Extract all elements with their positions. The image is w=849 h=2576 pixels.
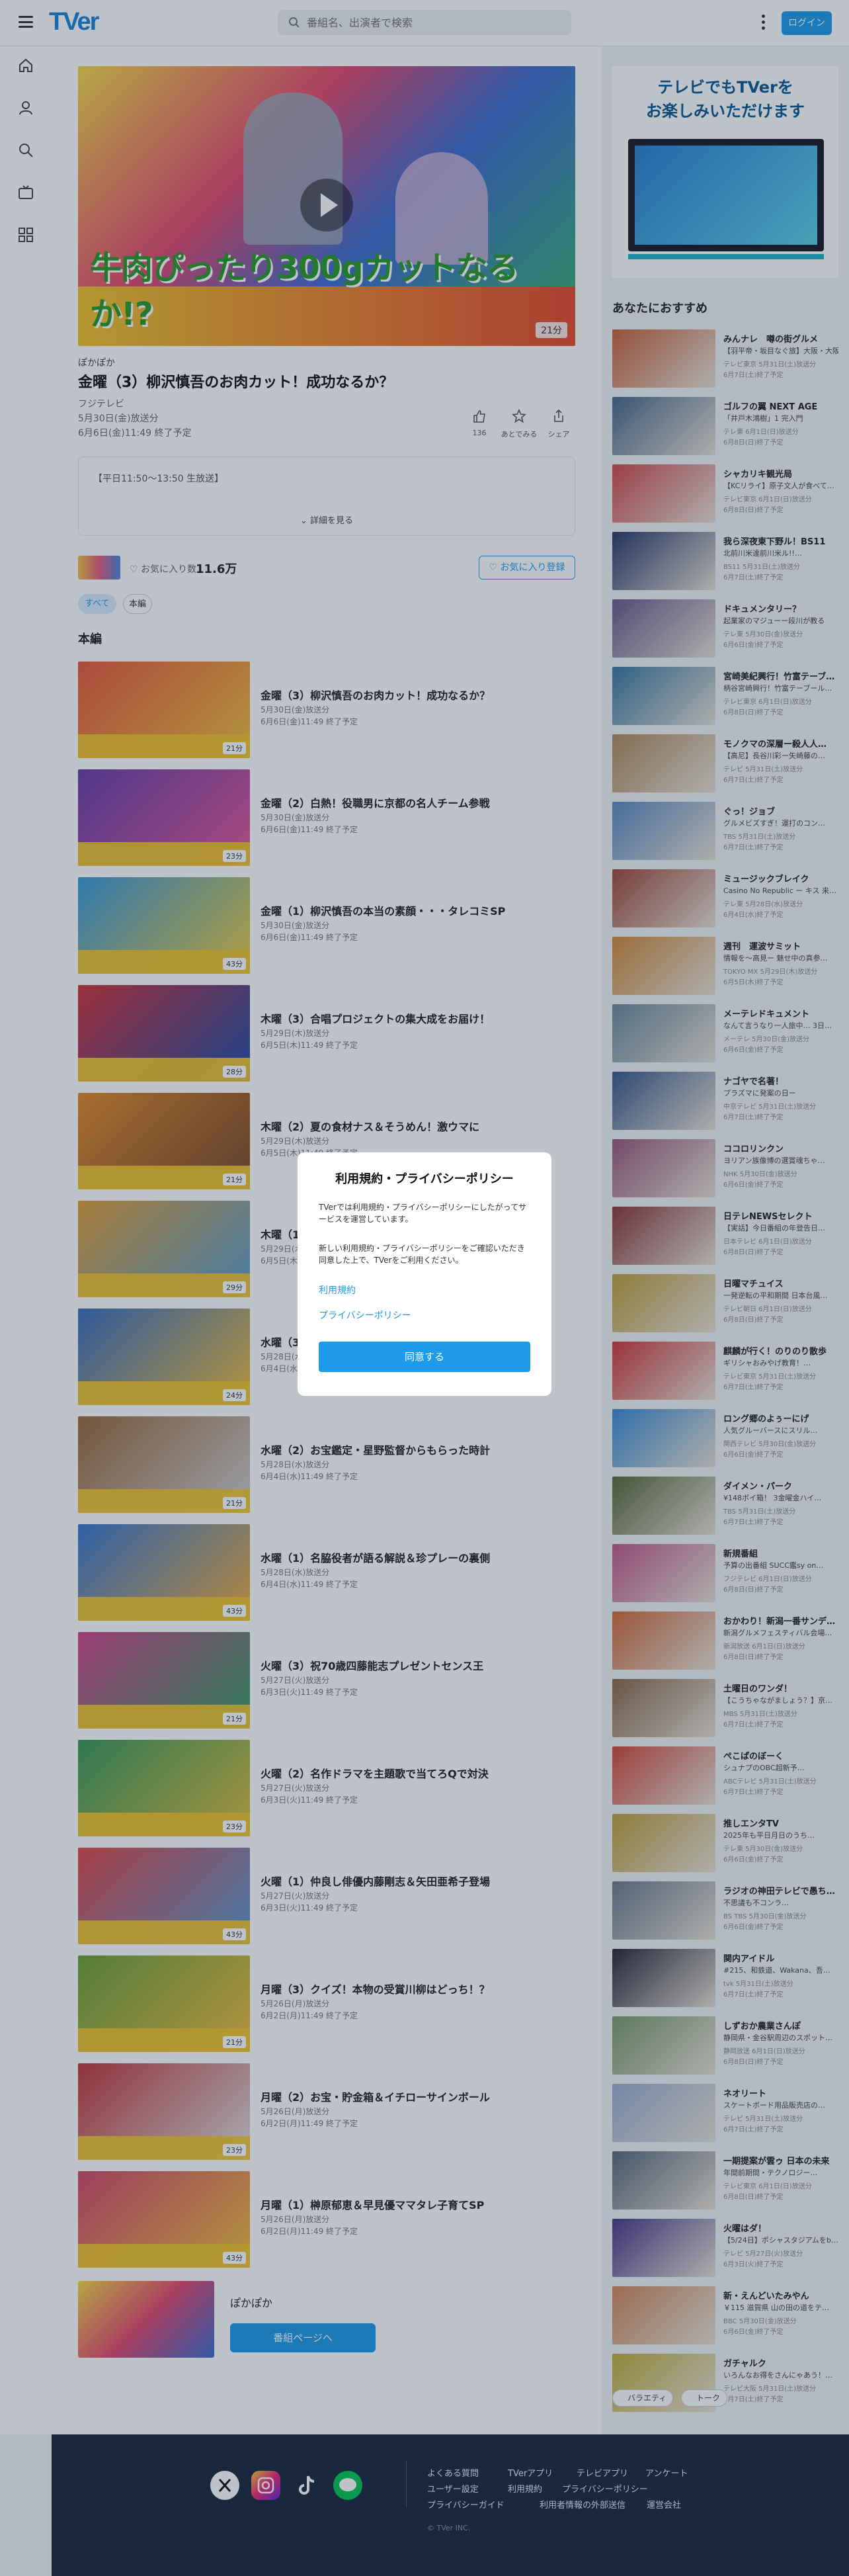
privacy-link[interactable]: プライバシーポリシー [319,1309,411,1322]
terms-link[interactable]: 利用規約 [319,1283,356,1297]
modal-text-2: 新しい利用規約・プライバシーポリシーをご確認いただき同意した上で、TVerをご利… [319,1244,525,1265]
agree-button[interactable]: 同意する [319,1342,530,1372]
terms-modal: 利用規約・プライバシーポリシー TVerでは利用規約・プライバシーポリシーにした… [298,1152,551,1396]
modal-text-1: TVerでは利用規約・プライバシーポリシーにしたがってサービスを運営しています。 [319,1203,527,1224]
modal-title: 利用規約・プライバシーポリシー [335,1172,514,1186]
